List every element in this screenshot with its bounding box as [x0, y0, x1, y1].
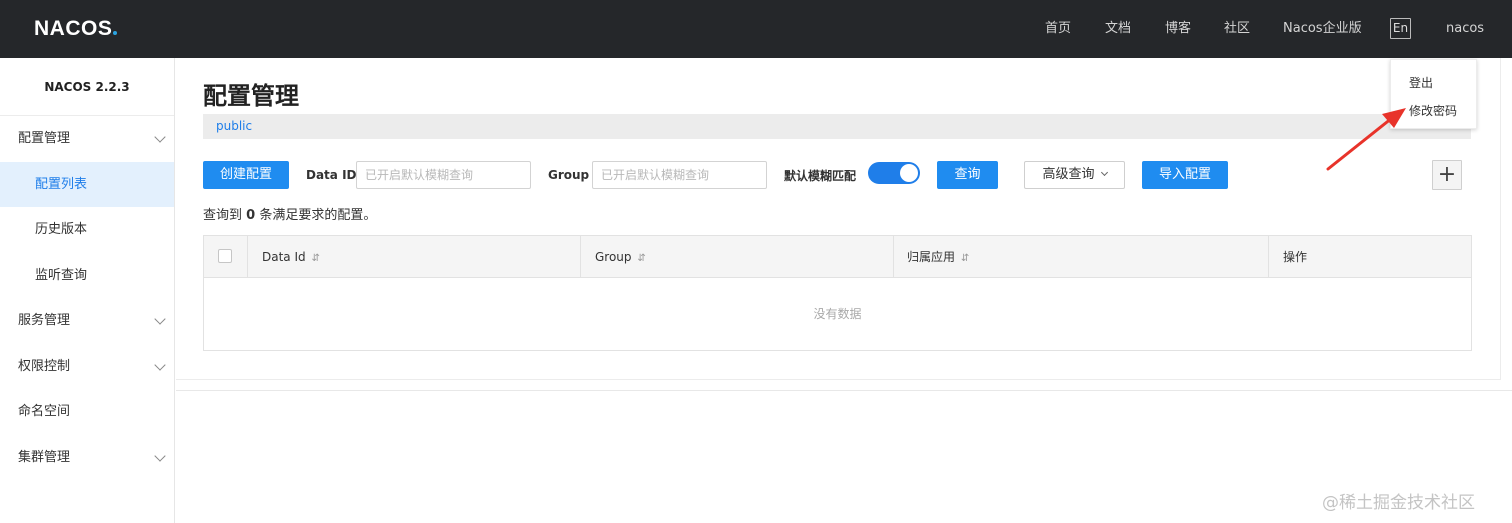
group-input[interactable]	[592, 161, 767, 189]
group-label: Group	[548, 168, 590, 182]
logout-menu-item[interactable]: 登出	[1409, 74, 1433, 91]
sidebar-item-listener-query[interactable]: 监听查询	[0, 253, 174, 298]
data-id-label: Data ID	[306, 168, 357, 182]
nav-community[interactable]: 社区	[1224, 0, 1250, 58]
app-version: NACOS 2.2.3	[0, 58, 174, 116]
table-header: Data Id ⇵ Group ⇵ 归属应用 ⇵ 操作	[204, 236, 1471, 278]
column-divider	[893, 236, 894, 278]
select-all-checkbox[interactable]	[218, 249, 232, 263]
language-toggle-button[interactable]: En	[1390, 18, 1411, 39]
chevron-down-icon	[154, 313, 166, 325]
sidebar-item-history[interactable]: 历史版本	[0, 207, 174, 252]
page-title: 配置管理	[203, 82, 299, 110]
config-table: Data Id ⇵ Group ⇵ 归属应用 ⇵ 操作 没有数据	[203, 235, 1472, 351]
import-config-button[interactable]: 导入配置	[1142, 161, 1228, 189]
sidebar-item-cluster-management[interactable]: 集群管理	[0, 435, 174, 480]
sidebar: NACOS 2.2.3 配置管理 配置列表 历史版本 监听查询 服务管理 权限控…	[0, 58, 175, 523]
column-header-group[interactable]: Group ⇵	[595, 236, 646, 278]
chevron-down-icon	[154, 359, 166, 371]
sort-icon[interactable]: ⇵	[638, 253, 646, 264]
sort-icon[interactable]: ⇵	[961, 253, 969, 264]
plus-icon[interactable]: +	[1432, 160, 1462, 190]
column-header-actions: 操作	[1283, 250, 1308, 264]
user-menu-trigger[interactable]: nacos	[1446, 0, 1484, 58]
watermark: @稀土掘金技术社区	[1322, 493, 1475, 513]
fuzzy-match-label: 默认模糊匹配	[784, 169, 857, 183]
sort-icon[interactable]: ⇵	[312, 253, 320, 264]
chevron-down-icon	[1100, 168, 1108, 177]
table-empty-state: 没有数据	[813, 307, 862, 321]
nav-enterprise[interactable]: Nacos企业版	[1283, 0, 1362, 58]
nav-blog[interactable]: 博客	[1165, 0, 1191, 58]
data-id-input[interactable]	[356, 161, 531, 189]
sidebar-item-config-list[interactable]: 配置列表	[0, 162, 174, 207]
column-divider	[1268, 236, 1269, 278]
create-config-button[interactable]: 创建配置	[203, 161, 289, 189]
change-password-menu-item[interactable]: 修改密码	[1409, 102, 1457, 119]
query-summary: 查询到 0 条满足要求的配置。	[203, 208, 377, 223]
divider	[176, 390, 1512, 391]
nav-docs[interactable]: 文档	[1105, 0, 1131, 58]
column-divider	[580, 236, 581, 278]
namespace-bar: public	[203, 114, 1471, 139]
annotation-arrow-icon	[1326, 108, 1406, 171]
advanced-search-button[interactable]: 高级查询	[1024, 161, 1125, 189]
sidebar-item-namespace[interactable]: 命名空间	[0, 389, 174, 434]
search-button[interactable]: 查询	[937, 161, 998, 189]
nacos-logo[interactable]: NACOS	[34, 17, 118, 41]
namespace-link-public[interactable]: public	[216, 119, 252, 133]
chevron-down-icon	[154, 131, 166, 143]
column-header-app[interactable]: 归属应用 ⇵	[907, 236, 969, 278]
sidebar-item-access-control[interactable]: 权限控制	[0, 344, 174, 389]
sidebar-item-service-management[interactable]: 服务管理	[0, 298, 174, 343]
column-header-data-id[interactable]: Data Id ⇵	[262, 236, 320, 278]
column-divider	[247, 236, 248, 278]
top-navbar: NACOS 首页 文档 博客 社区 Nacos企业版 En nacos	[0, 0, 1512, 58]
chevron-down-icon	[154, 450, 166, 462]
toggle-knob	[900, 164, 918, 182]
nav-home[interactable]: 首页	[1045, 0, 1071, 58]
sidebar-item-config-management[interactable]: 配置管理	[0, 116, 174, 161]
fuzzy-match-toggle[interactable]	[868, 162, 920, 184]
